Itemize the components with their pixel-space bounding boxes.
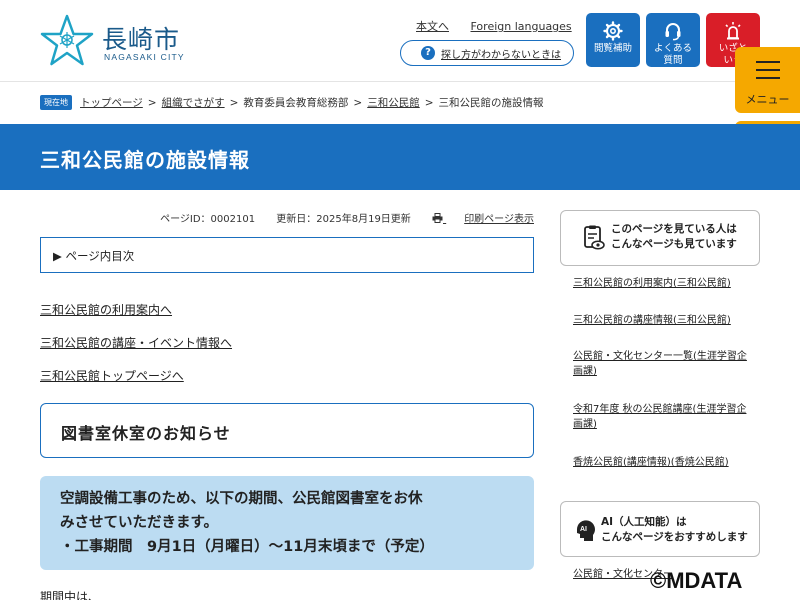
menu-button[interactable]: メニュー [735,47,800,113]
related-link[interactable]: 香焼公民館(講座情報)(香焼公民館) [573,455,753,470]
notice-box: 空調設備工事のため、以下の期間、公民館図書室をお休 みさせていただきます。 ・工… [40,476,534,570]
breadcrumb: 現在地 トップページ > 組織でさがす > 教育委員会教育総務部 > 三和公民館… [40,95,544,110]
logo-name: 長崎市 [102,25,181,54]
hamburger-menu-icon [756,61,780,79]
star-snowflake-logo-icon [40,14,94,66]
related-header-line1: このページを見ている人は [611,223,737,235]
headset-icon [665,23,681,41]
updated-date: 更新日：2025年8月19日更新 [276,214,411,225]
kominkan-top-link[interactable]: 三和公民館トップページへ [40,367,184,384]
related-link[interactable]: 令和7年度 秋の公民館講座(生涯学習企画課) [573,402,753,432]
page-meta: ページID：0002101 更新日：2025年8月19日更新 印刷ページ表示 [40,210,534,225]
breadcrumb-organization-link[interactable]: 組織でさがす [162,95,225,110]
breadcrumb-current: 三和公民館の施設情報 [438,97,544,109]
search-help-label: 探し方がわからないときは [441,49,561,61]
page-toc-toggle[interactable]: ▶ ページ内目次 [40,237,534,273]
site-logo[interactable]: 長崎市 NAGASAKI CITY [40,14,200,68]
printer-icon [432,213,443,223]
watermark: ©MDATA [650,568,743,593]
skip-to-content-link[interactable]: 本文へ [416,20,449,33]
ai-header-line2: こんなページをおすすめします [601,531,748,544]
viewed-pages-icon [584,225,605,250]
ai-recommend-header: AI AI（人工知能）は こんなページをおすすめします [560,501,760,557]
notice-line: 空調設備工事のため、以下の期間、公民館図書室をお休 [60,491,423,507]
gear-icon [603,21,623,41]
accessibility-label: 閲覧補助 [593,43,632,54]
page-title-band: 三和公民館の施設情報 [0,124,800,190]
accessibility-button[interactable]: 閲覧補助 [586,13,640,67]
page-title: 三和公民館の施設情報 [40,148,250,172]
breadcrumb-department: 教育委員会教育総務部 [243,97,349,109]
alert-light-icon [725,22,741,40]
page-id: ページID：0002101 [160,214,256,225]
search-help-button[interactable]: ? 探し方がわからないときは [400,40,574,66]
related-header-line2: こんなページも見ています [611,238,737,251]
breadcrumb-top-link[interactable]: トップページ [80,95,143,110]
breadcrumb-separator: > [424,96,434,109]
header-links: 本文へ Foreign languages [416,18,590,34]
course-event-link[interactable]: 三和公民館の講座・イベント情報へ [40,334,232,351]
foreign-languages-link[interactable]: Foreign languages [471,20,572,33]
notice-line: みさせていただきます。 [60,514,219,531]
breadcrumb-separator: > [147,96,157,109]
faq-label-line2: 質問 [663,54,683,66]
logo-subtitle: NAGASAKI CITY [104,52,185,62]
notice-line: ・工事期間 9月1日（月曜日）～11月末頃まで（予定） [60,538,434,555]
ai-header-line1: AI（人工知能）は [601,516,687,528]
faq-label-line1: よくある [653,43,692,54]
site-header: 長崎市 NAGASAKI CITY 本文へ Foreign languages … [0,0,800,82]
breadcrumb-separator: > [353,96,363,109]
breadcrumb-kominkan-link[interactable]: 三和公民館 [367,95,420,110]
usage-guide-link[interactable]: 三和公民館の利用案内へ [40,301,172,318]
current-location-badge: 現在地 [40,95,72,110]
menu-label: メニュー [745,93,790,106]
print-page-label: 印刷ページ表示 [464,214,534,225]
period-text: 期間中は、 [40,590,101,600]
question-icon: ? [421,46,435,60]
related-link[interactable]: 公民館・文化センター一覧(生涯学習企画課) [573,349,753,379]
faq-button[interactable]: よくある 質問 [646,13,700,67]
breadcrumb-separator: > [229,96,239,109]
section-heading: 図書室休室のお知らせ [40,403,534,458]
related-link[interactable]: 三和公民館の利用案内(三和公民館) [573,276,753,291]
svg-text:AI: AI [580,526,587,533]
ai-head-icon: AI [576,520,595,541]
related-link[interactable]: 三和公民館の講座情報(三和公民館) [573,313,753,328]
print-page-link[interactable]: 印刷ページ表示 [432,213,534,225]
related-pages-header: このページを見ている人は こんなページも見ています [560,210,760,266]
